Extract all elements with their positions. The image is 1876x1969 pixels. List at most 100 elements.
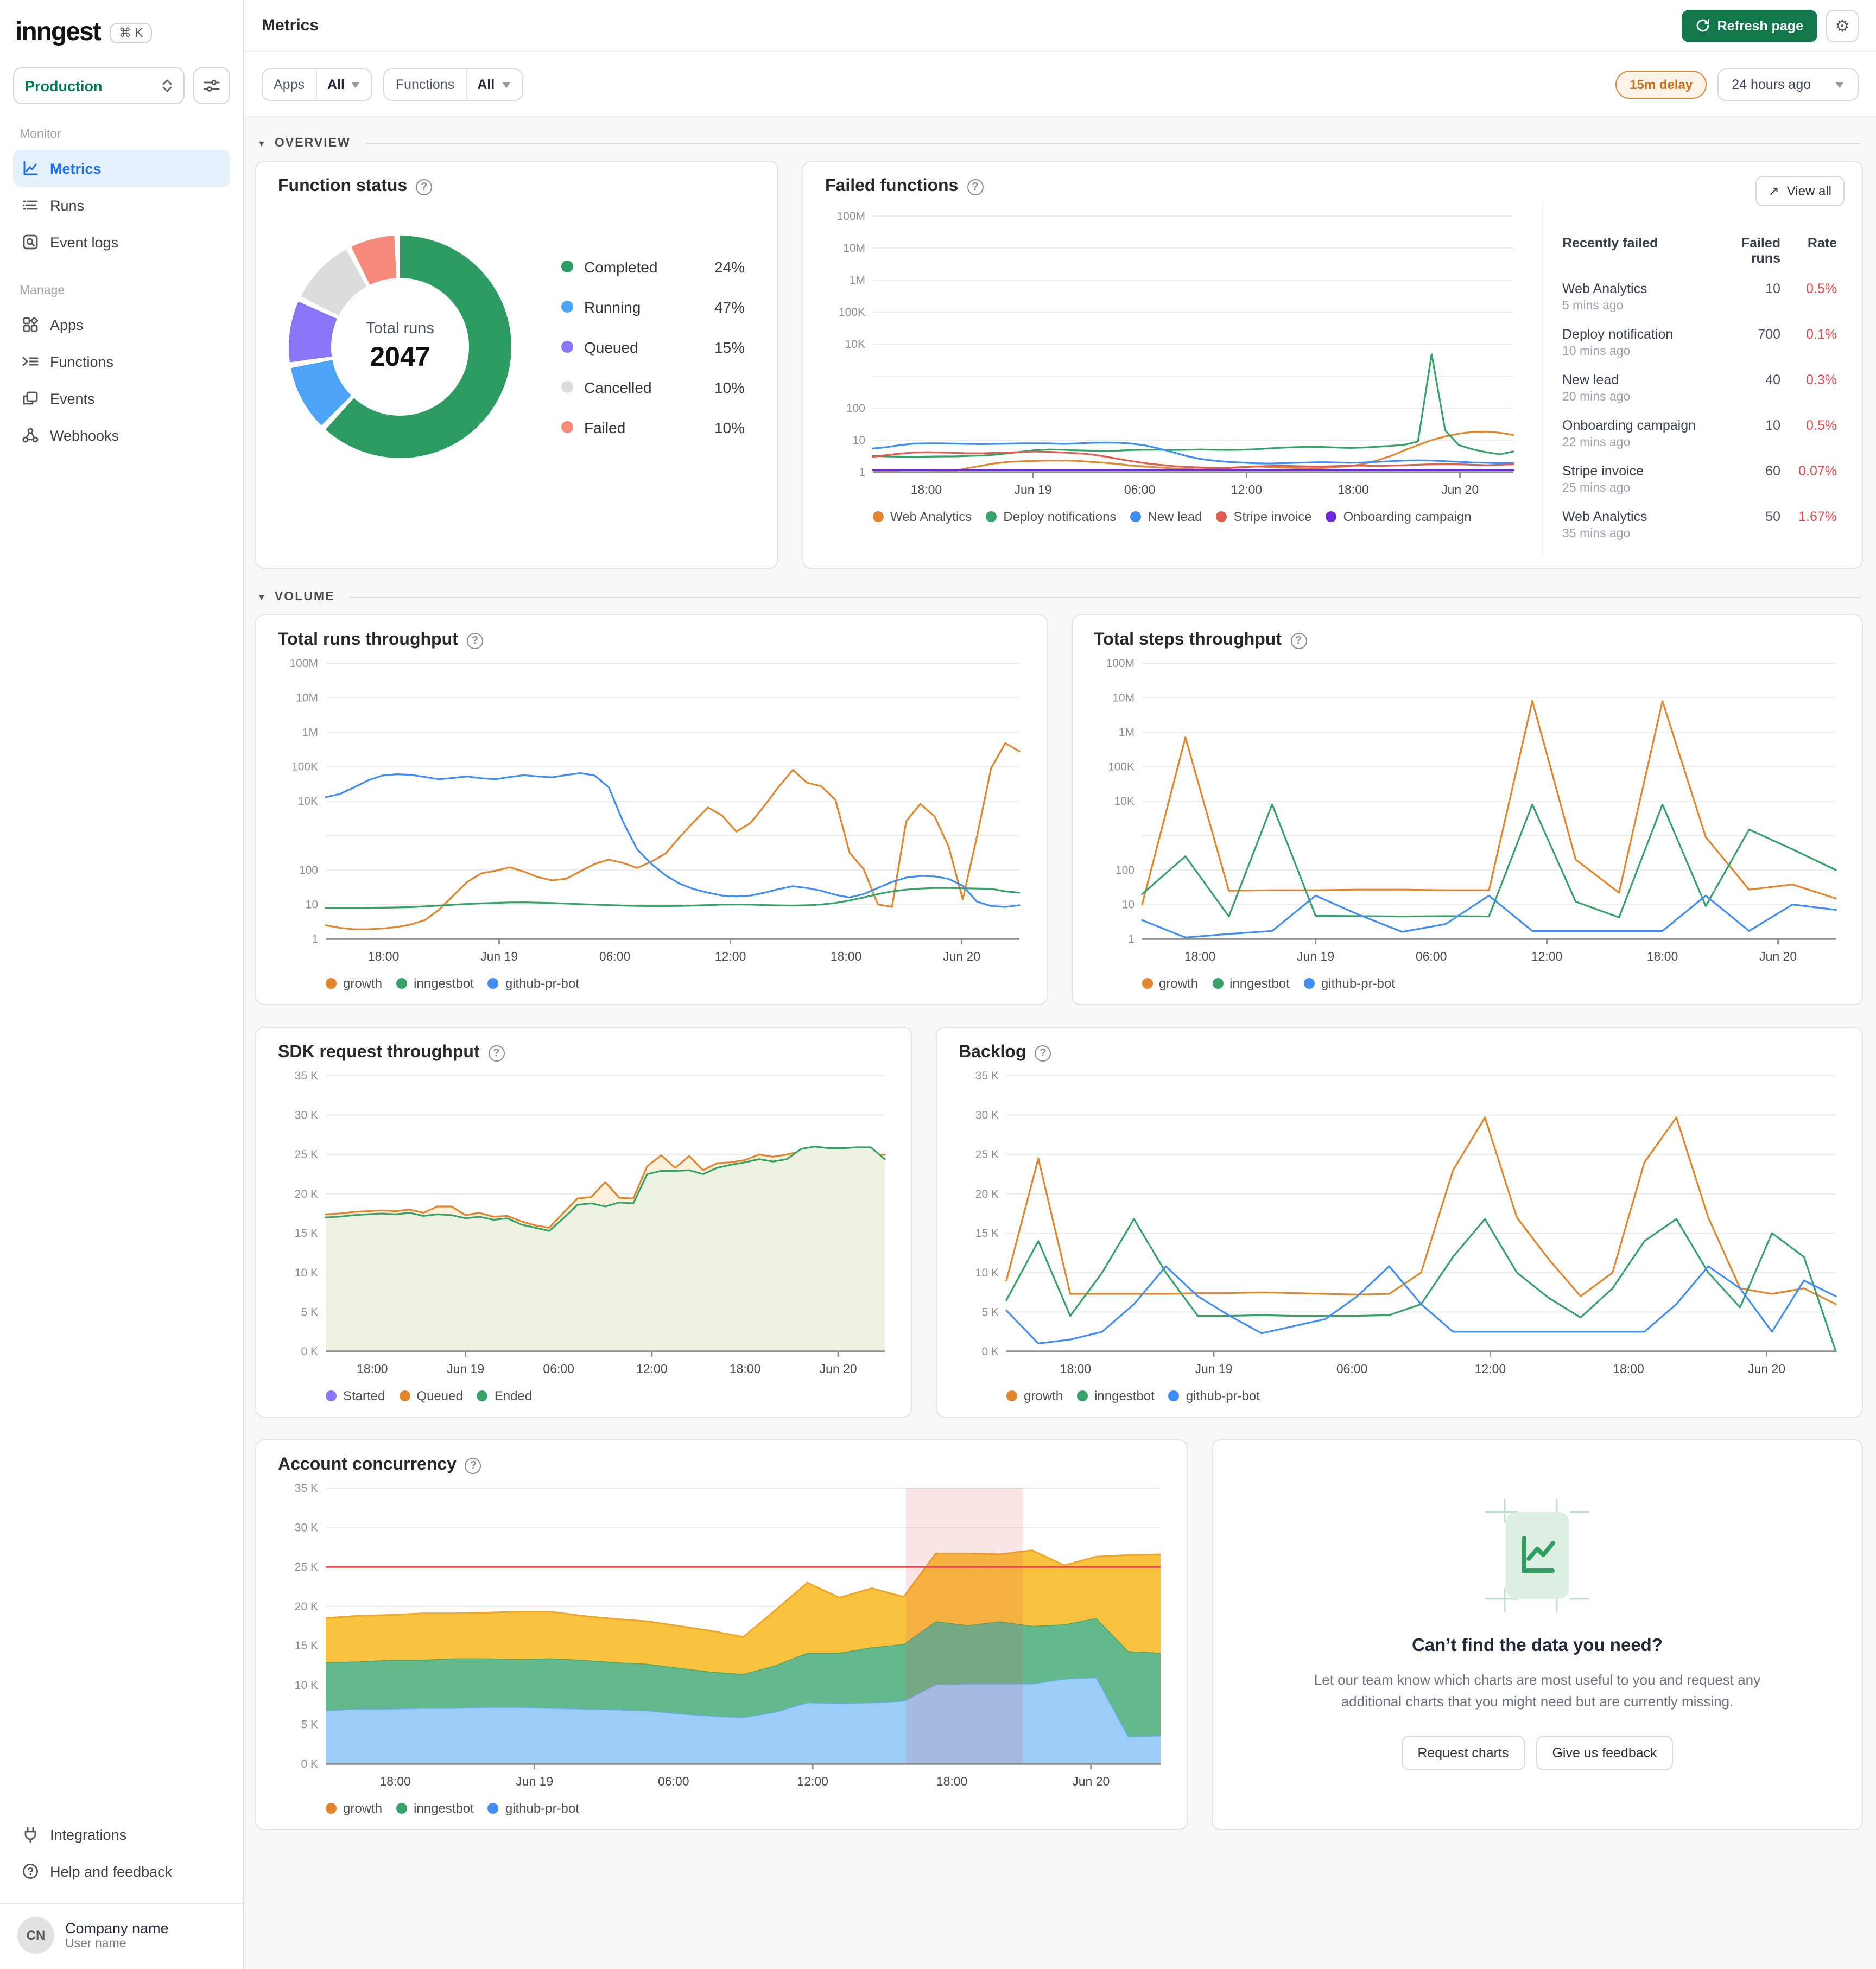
view-all-button[interactable]: ↗ View all	[1755, 176, 1845, 206]
sidebar-item-label: Webhooks	[50, 427, 119, 443]
table-row[interactable]: Stripe invoice 25 mins ago 60 0.07%	[1562, 463, 1837, 495]
svg-text:10K: 10K	[1114, 795, 1134, 808]
svg-text:10: 10	[853, 434, 865, 447]
sidebar-item-help[interactable]: Help and feedback	[13, 1853, 230, 1890]
account-concurrency-card: Account concurrency? 0 K 5 K 10 K 15 K 20 K 2…	[255, 1439, 1188, 1830]
help-icon[interactable]: ?	[465, 1457, 481, 1473]
svg-text:5 K: 5 K	[301, 1306, 318, 1318]
help-icon[interactable]: ?	[1035, 1045, 1051, 1061]
sidebar-item-metrics[interactable]: Metrics	[13, 150, 230, 187]
functions-icon	[22, 357, 39, 366]
svg-text:Jun 20: Jun 20	[1759, 949, 1796, 963]
svg-text:18:00: 18:00	[1338, 482, 1369, 497]
event-logs-icon	[23, 234, 38, 250]
table-row[interactable]: New lead 20 mins ago 40 0.3%	[1562, 372, 1837, 404]
svg-text:35 K: 35 K	[295, 1482, 318, 1495]
svg-text:1M: 1M	[1118, 726, 1134, 739]
svg-text:30 K: 30 K	[295, 1522, 318, 1534]
legend-item: growth	[1006, 1388, 1063, 1403]
inngest-dashboard: inngest ⌘ K Production Monitor Metrics R…	[0, 0, 1876, 1969]
table-row[interactable]: Onboarding campaign 22 mins ago 10 0.5%	[1562, 418, 1837, 449]
user-name: User name	[65, 1938, 126, 1951]
function-status-donut: Total runs 2047	[289, 236, 511, 458]
legend-item: github-pr-bot	[487, 1801, 579, 1816]
svg-text:10M: 10M	[1112, 692, 1134, 704]
sidebar-item-functions[interactable]: Functions	[13, 343, 230, 380]
legend-item: growth	[1142, 976, 1198, 991]
svg-text:18:00: 18:00	[1646, 949, 1678, 963]
svg-text:100M: 100M	[836, 210, 865, 223]
legend-item: inngestbot	[1077, 1388, 1155, 1403]
sdk-throughput-title: SDK request throughput	[278, 1043, 480, 1062]
request-charts-button[interactable]: Request charts	[1401, 1736, 1525, 1770]
table-header: Recently failed Failed runs Rate	[1562, 236, 1837, 266]
donut-center-label: Total runs	[366, 320, 434, 338]
svg-text:1: 1	[312, 933, 318, 945]
legend-item: Failed 10%	[561, 418, 745, 436]
svg-text:5 K: 5 K	[981, 1306, 999, 1318]
sidebar-item-webhooks[interactable]: Webhooks	[13, 417, 230, 454]
backlog-chart: 0 K 5 K 10 K 15 K 20 K 25 K 30 K 35 K 18:00 Jun 1…	[975, 1070, 1837, 1376]
svg-text:20 K: 20 K	[295, 1600, 318, 1613]
svg-text:18:00: 18:00	[1184, 949, 1215, 963]
svg-text:Jun 20: Jun 20	[1072, 1774, 1110, 1788]
table-row[interactable]: Web Analytics 35 mins ago 50 1.67%	[1562, 509, 1837, 541]
svg-text:100K: 100K	[291, 761, 318, 773]
svg-text:10K: 10K	[298, 795, 318, 808]
collapse-icon: ▼	[257, 592, 266, 602]
help-icon[interactable]: ?	[967, 179, 984, 195]
function-status-card: Function status ? Total runs 2047 Comple…	[255, 161, 778, 569]
svg-text:18:00: 18:00	[1060, 1362, 1092, 1376]
backlog-legend: growth inngestbot github-pr-bot	[1006, 1388, 1840, 1403]
svg-text:30 K: 30 K	[295, 1109, 318, 1122]
svg-text:5 K: 5 K	[301, 1718, 318, 1731]
help-icon[interactable]: ?	[488, 1045, 505, 1061]
overview-section-label: OVERVIEW	[274, 137, 351, 150]
settings-button[interactable]: ⚙	[1826, 9, 1859, 42]
apps-filter[interactable]: Apps All ▼	[262, 68, 373, 100]
table-row[interactable]: Deploy notification 10 mins ago 700 0.1%	[1562, 327, 1837, 358]
topbar: Metrics Refresh page ⚙	[244, 0, 1876, 52]
help-icon[interactable]: ?	[1290, 632, 1307, 649]
sidebar-item-event-logs[interactable]: Event logs	[13, 224, 230, 261]
feedback-card: Can’t find the data you need? Let our te…	[1212, 1439, 1863, 1830]
overview-section-header[interactable]: ▼ OVERVIEW	[257, 137, 1861, 150]
events-icon	[23, 391, 38, 405]
time-range-select[interactable]: 24 hours ago ▼	[1717, 68, 1859, 100]
svg-text:10: 10	[1121, 899, 1134, 911]
svg-text:15 K: 15 K	[295, 1227, 318, 1240]
table-row[interactable]: Web Analytics 5 mins ago 10 0.5%	[1562, 281, 1837, 313]
help-icon[interactable]: ?	[466, 632, 483, 649]
volume-section-header[interactable]: ▼ VOLUME	[257, 590, 1861, 604]
sidebar-item-runs[interactable]: Runs	[13, 187, 230, 224]
legend-item: github-pr-bot	[1168, 1388, 1260, 1403]
refresh-page-button[interactable]: Refresh page	[1681, 9, 1817, 42]
env-filter-button[interactable]	[193, 67, 230, 104]
sdk-legend: Started Queued Ended	[326, 1388, 889, 1403]
svg-text:0 K: 0 K	[981, 1345, 999, 1358]
help-icon[interactable]: ?	[416, 179, 433, 195]
environment-select[interactable]: Production	[13, 67, 185, 104]
svg-text:1: 1	[1127, 933, 1134, 945]
give-feedback-button[interactable]: Give us feedback	[1536, 1736, 1674, 1770]
external-arrow-icon: ↗	[1768, 183, 1779, 199]
svg-text:100M: 100M	[289, 657, 318, 670]
sidebar-item-apps[interactable]: Apps	[13, 306, 230, 343]
svg-text:12:00: 12:00	[715, 949, 746, 963]
svg-text:Jun 20: Jun 20	[943, 949, 980, 963]
account-concurrency-title: Account concurrency	[278, 1456, 457, 1474]
svg-text:10K: 10K	[845, 338, 865, 351]
command-k-shortcut[interactable]: ⌘ K	[110, 22, 152, 43]
sidebar-item-integrations[interactable]: Integrations	[13, 1816, 230, 1853]
function-status-title: Function status	[278, 177, 408, 195]
functions-filter[interactable]: Functions All ▼	[383, 68, 523, 100]
sidebar-item-events[interactable]: Events	[13, 380, 230, 417]
svg-text:35 K: 35 K	[975, 1070, 999, 1082]
account-menu[interactable]: CN Company name User name	[13, 1904, 230, 1956]
delay-badge: 15m delay	[1615, 70, 1707, 98]
runs-icon	[22, 200, 38, 210]
svg-text:25 K: 25 K	[295, 1148, 318, 1161]
integrations-icon	[24, 1827, 36, 1843]
svg-text:30 K: 30 K	[975, 1109, 999, 1122]
svg-text:1M: 1M	[302, 726, 318, 739]
